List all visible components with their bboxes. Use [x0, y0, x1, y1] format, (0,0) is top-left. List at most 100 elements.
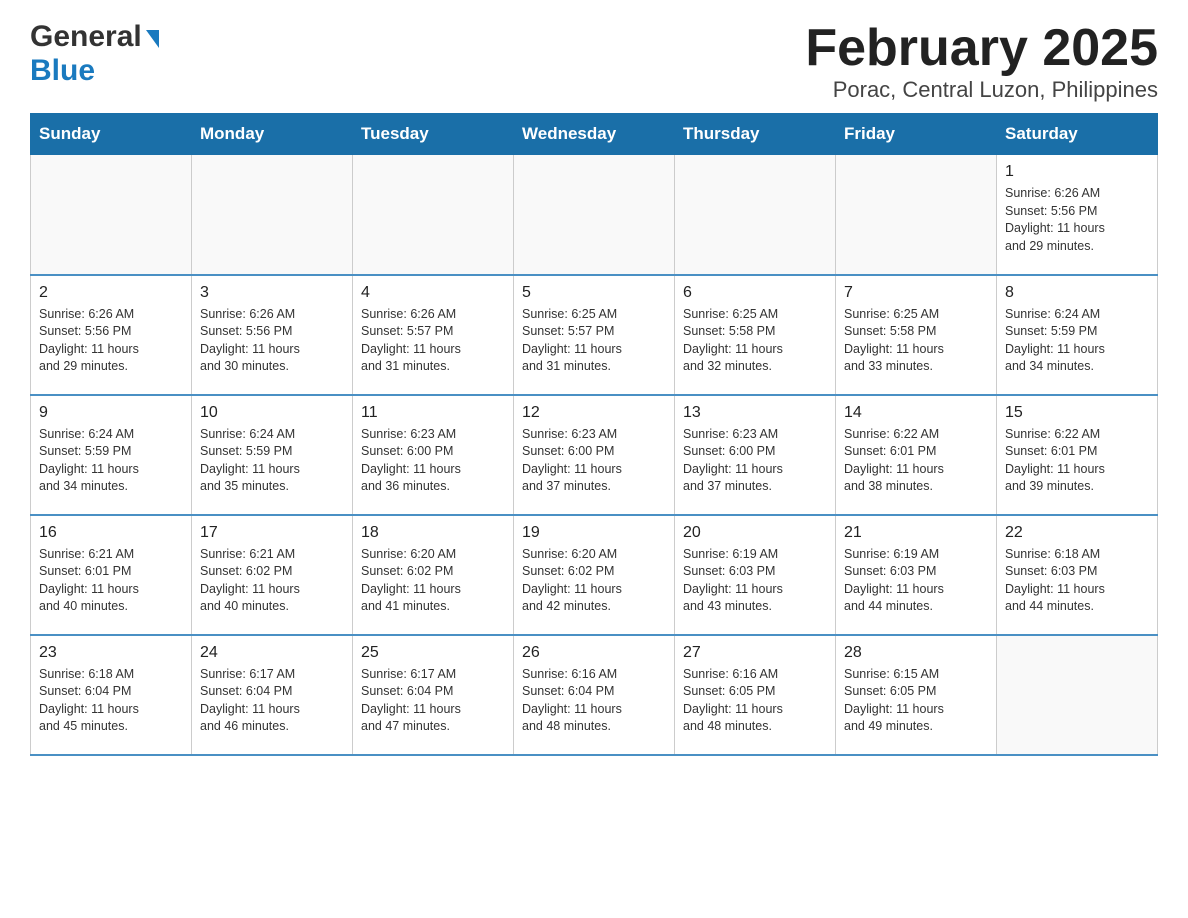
calendar-cell: 15Sunrise: 6:22 AMSunset: 6:01 PMDayligh… [997, 395, 1158, 515]
day-info: Sunrise: 6:26 AMSunset: 5:56 PMDaylight:… [1005, 185, 1149, 255]
calendar-cell: 18 Sunrise: 6:20 AMSunset: 6:02 PMDayligh… [353, 515, 514, 635]
day-info: Sunrise: 6:24 AMSunset: 5:59 PMDaylight:… [200, 426, 344, 496]
day-info: Sunrise: 6:22 AMSunset: 6:01 PMDaylight:… [844, 426, 988, 496]
calendar-cell: 4 Sunrise: 6:26 AMSunset: 5:57 PMDaylight… [353, 275, 514, 395]
day-number: 9 [39, 404, 183, 422]
calendar-cell: 8 Sunrise: 6:24 AMSunset: 5:59 PMDaylight… [997, 275, 1158, 395]
day-number: 14 [844, 404, 988, 422]
calendar-cell: 23Sunrise: 6:18 AMSunset: 6:04 PMDayligh… [31, 635, 192, 755]
calendar-cell: 25 Sunrise: 6:17 AMSunset: 6:04 PMDayligh… [353, 635, 514, 755]
day-number: 10 [200, 404, 344, 422]
day-info: Sunrise: 6:24 AMSunset: 5:59 PMDaylight:… [39, 426, 183, 496]
day-number: 18 [361, 524, 505, 542]
header-sunday: Sunday [31, 114, 192, 155]
day-number: 22 [1005, 524, 1149, 542]
day-number: 27 [683, 644, 827, 662]
day-number: 20 [683, 524, 827, 542]
header-thursday: Thursday [675, 114, 836, 155]
calendar-cell: 12 Sunrise: 6:23 AMSunset: 6:00 PMDayligh… [514, 395, 675, 515]
header-wednesday: Wednesday [514, 114, 675, 155]
calendar-cell: 3 Sunrise: 6:26 AMSunset: 5:56 PMDaylight… [192, 275, 353, 395]
header-friday: Friday [836, 114, 997, 155]
day-info: Sunrise: 6:21 AMSunset: 6:01 PMDaylight:… [39, 546, 183, 616]
calendar-cell: 6Sunrise: 6:25 AMSunset: 5:58 PMDaylight… [675, 275, 836, 395]
header-saturday: Saturday [997, 114, 1158, 155]
day-info: Sunrise: 6:17 AMSunset: 6:04 PMDaylight:… [361, 666, 505, 736]
title-section: February 2025 Porac, Central Luzon, Phil… [805, 20, 1158, 103]
day-info: Sunrise: 6:26 AMSunset: 5:56 PMDaylight:… [39, 306, 183, 376]
calendar-cell [353, 155, 514, 275]
day-number: 16 [39, 524, 183, 542]
calendar-cell: 5Sunrise: 6:25 AMSunset: 5:57 PMDaylight… [514, 275, 675, 395]
day-info: Sunrise: 6:20 AMSunset: 6:02 PMDaylight:… [522, 546, 666, 616]
day-info: Sunrise: 6:19 AMSunset: 6:03 PMDaylight:… [683, 546, 827, 616]
calendar-cell: 14 Sunrise: 6:22 AMSunset: 6:01 PMDayligh… [836, 395, 997, 515]
day-number: 19 [522, 524, 666, 542]
day-number: 4 [361, 284, 505, 302]
calendar-cell: 2 Sunrise: 6:26 AMSunset: 5:56 PMDaylight… [31, 275, 192, 395]
day-info: Sunrise: 6:20 AMSunset: 6:02 PMDaylight:… [361, 546, 505, 616]
day-info: Sunrise: 6:24 AMSunset: 5:59 PMDaylight:… [1005, 306, 1149, 376]
calendar-cell: 11 Sunrise: 6:23 AMSunset: 6:00 PMDayligh… [353, 395, 514, 515]
weekday-header-row: Sunday Monday Tuesday Wednesday Thursday… [31, 114, 1158, 155]
page-header: General Blue February 2025 Porac, Centra… [30, 20, 1158, 103]
day-info: Sunrise: 6:19 AMSunset: 6:03 PMDaylight:… [844, 546, 988, 616]
calendar-cell: 7 Sunrise: 6:25 AMSunset: 5:58 PMDaylight… [836, 275, 997, 395]
calendar-cell [514, 155, 675, 275]
day-info: Sunrise: 6:17 AMSunset: 6:04 PMDaylight:… [200, 666, 344, 736]
logo-general-text: General [30, 20, 142, 54]
day-info: Sunrise: 6:25 AMSunset: 5:57 PMDaylight:… [522, 306, 666, 376]
day-info: Sunrise: 6:22 AMSunset: 6:01 PMDaylight:… [1005, 426, 1149, 496]
calendar-cell [997, 635, 1158, 755]
day-info: Sunrise: 6:21 AMSunset: 6:02 PMDaylight:… [200, 546, 344, 616]
calendar-cell: 1Sunrise: 6:26 AMSunset: 5:56 PMDaylight… [997, 155, 1158, 275]
day-number: 17 [200, 524, 344, 542]
day-info: Sunrise: 6:26 AMSunset: 5:57 PMDaylight:… [361, 306, 505, 376]
header-tuesday: Tuesday [353, 114, 514, 155]
day-number: 24 [200, 644, 344, 662]
day-number: 25 [361, 644, 505, 662]
calendar-cell [836, 155, 997, 275]
day-info: Sunrise: 6:25 AMSunset: 5:58 PMDaylight:… [683, 306, 827, 376]
calendar-cell: 26Sunrise: 6:16 AMSunset: 6:04 PMDayligh… [514, 635, 675, 755]
calendar-cell: 24 Sunrise: 6:17 AMSunset: 6:04 PMDayligh… [192, 635, 353, 755]
day-number: 23 [39, 644, 183, 662]
day-info: Sunrise: 6:26 AMSunset: 5:56 PMDaylight:… [200, 306, 344, 376]
day-number: 13 [683, 404, 827, 422]
calendar-cell [192, 155, 353, 275]
logo-triangle-icon [146, 30, 159, 48]
calendar-cell: 19 Sunrise: 6:20 AMSunset: 6:02 PMDayligh… [514, 515, 675, 635]
day-info: Sunrise: 6:18 AMSunset: 6:03 PMDaylight:… [1005, 546, 1149, 616]
day-info: Sunrise: 6:16 AMSunset: 6:04 PMDaylight:… [522, 666, 666, 736]
header-monday: Monday [192, 114, 353, 155]
calendar-cell: 21 Sunrise: 6:19 AMSunset: 6:03 PMDayligh… [836, 515, 997, 635]
day-info: Sunrise: 6:23 AMSunset: 6:00 PMDaylight:… [361, 426, 505, 496]
day-number: 21 [844, 524, 988, 542]
calendar-row: 23Sunrise: 6:18 AMSunset: 6:04 PMDayligh… [31, 635, 1158, 755]
day-info: Sunrise: 6:16 AMSunset: 6:05 PMDaylight:… [683, 666, 827, 736]
day-number: 11 [361, 404, 505, 422]
day-number: 8 [1005, 284, 1149, 302]
day-number: 28 [844, 644, 988, 662]
calendar-cell [31, 155, 192, 275]
calendar-row: 2 Sunrise: 6:26 AMSunset: 5:56 PMDaylight… [31, 275, 1158, 395]
day-number: 7 [844, 284, 988, 302]
day-info: Sunrise: 6:23 AMSunset: 6:00 PMDaylight:… [683, 426, 827, 496]
calendar-cell: 9 Sunrise: 6:24 AMSunset: 5:59 PMDaylight… [31, 395, 192, 515]
location-subtitle: Porac, Central Luzon, Philippines [805, 77, 1158, 103]
calendar-cell [675, 155, 836, 275]
calendar-cell: 10 Sunrise: 6:24 AMSunset: 5:59 PMDayligh… [192, 395, 353, 515]
calendar-row: 16 Sunrise: 6:21 AMSunset: 6:01 PMDayligh… [31, 515, 1158, 635]
calendar-cell: 27 Sunrise: 6:16 AMSunset: 6:05 PMDayligh… [675, 635, 836, 755]
calendar-row: 1Sunrise: 6:26 AMSunset: 5:56 PMDaylight… [31, 155, 1158, 275]
calendar-cell: 16 Sunrise: 6:21 AMSunset: 6:01 PMDayligh… [31, 515, 192, 635]
day-number: 2 [39, 284, 183, 302]
day-info: Sunrise: 6:15 AMSunset: 6:05 PMDaylight:… [844, 666, 988, 736]
calendar-row: 9 Sunrise: 6:24 AMSunset: 5:59 PMDaylight… [31, 395, 1158, 515]
day-info: Sunrise: 6:25 AMSunset: 5:58 PMDaylight:… [844, 306, 988, 376]
day-info: Sunrise: 6:23 AMSunset: 6:00 PMDaylight:… [522, 426, 666, 496]
month-title: February 2025 [805, 20, 1158, 77]
day-number: 12 [522, 404, 666, 422]
calendar-table: Sunday Monday Tuesday Wednesday Thursday… [30, 113, 1158, 756]
day-number: 3 [200, 284, 344, 302]
